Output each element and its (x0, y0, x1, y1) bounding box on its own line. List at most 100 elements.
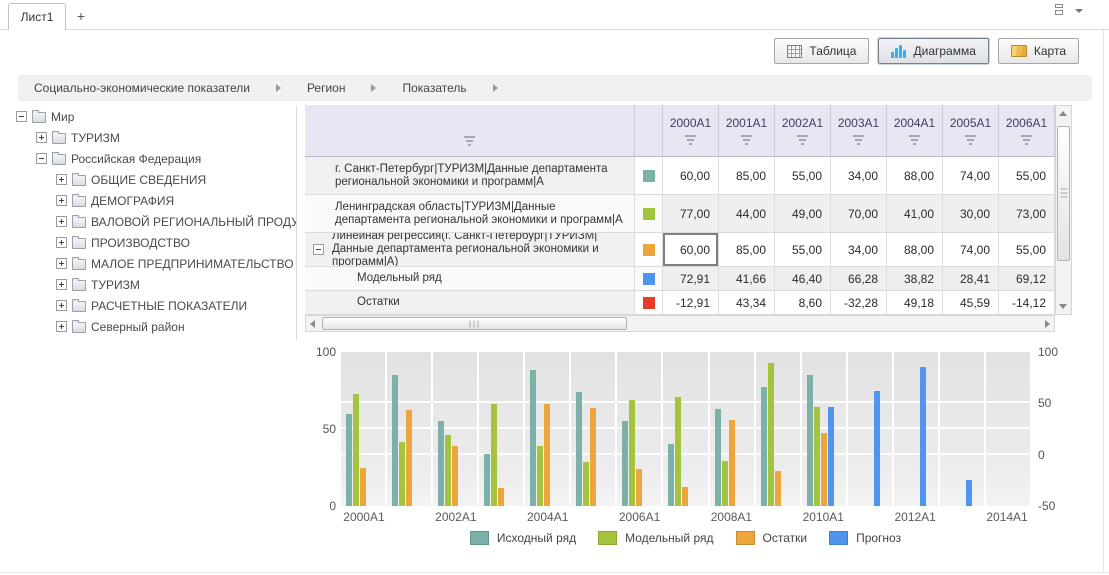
data-cell-2-1[interactable]: 85,00 (719, 233, 775, 267)
table-h-scrollbar[interactable] (305, 315, 1055, 332)
tree-expander-plus-icon[interactable] (56, 300, 67, 311)
column-header-2002A1[interactable]: 2002A1 (775, 105, 831, 157)
data-cell-1-6[interactable]: 73,00 (999, 195, 1055, 233)
data-cell-0-0[interactable]: 60,00 (663, 157, 719, 195)
tree-item-1[interactable]: ТУРИЗМ (0, 127, 296, 148)
tree-item-4[interactable]: ДЕМОГРАФИЯ (0, 190, 296, 211)
row-label-cell[interactable]: Остатки (305, 291, 635, 315)
data-cell-4-1[interactable]: 43,34 (719, 291, 775, 315)
data-cell-3-1[interactable]: 41,66 (719, 267, 775, 291)
tree-expander-minus-icon[interactable] (16, 111, 27, 122)
tree-item-7[interactable]: МАЛОЕ ПРЕДПРИНИМАТЕЛЬСТВО (0, 253, 296, 274)
scroll-left-icon[interactable] (310, 320, 315, 328)
scroll-right-icon[interactable] (1045, 320, 1050, 328)
data-cell-1-5[interactable]: 30,00 (943, 195, 999, 233)
column-filter-funnel-icon[interactable] (741, 135, 752, 145)
data-cell-3-2[interactable]: 46,40 (775, 267, 831, 291)
table-v-scrollbar-thumb[interactable] (1057, 126, 1070, 261)
tree-item-9[interactable]: РАСЧЕТНЫЕ ПОКАЗАТЕЛИ (0, 295, 296, 316)
data-cell-4-2[interactable]: 8,60 (775, 291, 831, 315)
regression-chart: 100500100500-502000A12002A12004A12006A12… (0, 340, 1109, 575)
column-filter-funnel-icon[interactable] (1021, 135, 1032, 145)
tree-item-6[interactable]: ПРОИЗВОДСТВО (0, 232, 296, 253)
data-cell-2-2[interactable]: 55,00 (775, 233, 831, 267)
tree-expander-minus-icon[interactable] (36, 153, 47, 164)
data-cell-0-4[interactable]: 88,00 (887, 157, 943, 195)
table-view-button[interactable]: Таблица (774, 38, 869, 64)
data-cell-0-1[interactable]: 85,00 (719, 157, 775, 195)
tree-item-0[interactable]: Мир (0, 106, 296, 127)
data-cell-1-2[interactable]: 49,00 (775, 195, 831, 233)
column-filter-funnel-icon[interactable] (853, 135, 864, 145)
tree-expander-plus-icon[interactable] (56, 195, 67, 206)
data-cell-2-4[interactable]: 88,00 (887, 233, 943, 267)
add-sheet-button[interactable]: + (70, 5, 92, 27)
tree-item-3[interactable]: ОБЩИЕ СВЕДЕНИЯ (0, 169, 296, 190)
row-label-cell[interactable]: Ленинградская область|ТУРИЗМ|Данные депа… (305, 195, 635, 233)
data-cell-2-6[interactable]: 55,00 (999, 233, 1055, 267)
data-cell-3-4[interactable]: 38,82 (887, 267, 943, 291)
data-cell-1-0[interactable]: 77,00 (663, 195, 719, 233)
tree-expander-plus-icon[interactable] (56, 321, 67, 332)
data-cell-3-0[interactable]: 72,91 (663, 267, 719, 291)
row-collapse-icon[interactable] (313, 244, 324, 255)
data-cell-0-2[interactable]: 55,00 (775, 157, 831, 195)
data-cell-0-3[interactable]: 34,00 (831, 157, 887, 195)
tree-expander-plus-icon[interactable] (56, 279, 67, 290)
breadcrumb-item-2[interactable]: Показатель (402, 81, 466, 95)
breadcrumb-item-1[interactable]: Регион (307, 81, 346, 95)
row-label-cell[interactable]: Модельный ряд (305, 267, 635, 291)
data-cell-4-6[interactable]: -14,12 (999, 291, 1055, 315)
row-label-column-header[interactable] (305, 105, 635, 157)
table-v-scrollbar[interactable] (1055, 105, 1072, 315)
tree-item-8[interactable]: ТУРИЗМ (0, 274, 296, 295)
tree-expander-plus-icon[interactable] (56, 174, 67, 185)
scroll-up-icon[interactable] (1059, 111, 1067, 116)
row-filter-funnel-icon[interactable] (464, 136, 475, 146)
column-filter-funnel-icon[interactable] (685, 135, 696, 145)
column-filter-funnel-icon[interactable] (965, 135, 976, 145)
data-cell-2-5[interactable]: 74,00 (943, 233, 999, 267)
data-cell-3-5[interactable]: 28,41 (943, 267, 999, 291)
row-label-cell[interactable]: г. Санкт-Петербург|ТУРИЗМ|Данные департа… (305, 157, 635, 195)
tree-expander-plus-icon[interactable] (56, 237, 67, 248)
tab-sheet1[interactable]: Лист1 (8, 3, 66, 30)
tree-item-5[interactable]: ВАЛОВОЙ РЕГИОНАЛЬНЫЙ ПРОДУКТ (0, 211, 296, 232)
data-cell-4-0[interactable]: -12,91 (663, 291, 719, 315)
tree-expander-plus-icon[interactable] (36, 132, 47, 143)
table-h-scrollbar-thumb[interactable] (322, 317, 627, 330)
data-cell-4-4[interactable]: 49,18 (887, 291, 943, 315)
tree-item-2[interactable]: Российская Федерация (0, 148, 296, 169)
data-cell-1-3[interactable]: 70,00 (831, 195, 887, 233)
data-cell-1-4[interactable]: 41,00 (887, 195, 943, 233)
data-cell-3-3[interactable]: 66,28 (831, 267, 887, 291)
print-menu-chevron-down-icon[interactable] (1075, 9, 1083, 13)
scroll-down-icon[interactable] (1059, 304, 1067, 309)
map-view-button[interactable]: Карта (998, 38, 1079, 64)
data-cell-1-1[interactable]: 44,00 (719, 195, 775, 233)
tree-item-10[interactable]: Северный район (0, 316, 296, 337)
data-cell-0-6[interactable]: 55,00 (999, 157, 1055, 195)
breadcrumb-item-0[interactable]: Социально-экономические показатели (34, 81, 250, 95)
tree-expander-plus-icon[interactable] (56, 216, 67, 227)
column-header-2000A1[interactable]: 2000A1 (663, 105, 719, 157)
data-cell-4-5[interactable]: 45,59 (943, 291, 999, 315)
data-cell-2-0[interactable]: 60,00 (663, 233, 719, 267)
chart-view-button[interactable]: Диаграмма (878, 38, 988, 64)
column-header-2005A1[interactable]: 2005A1 (943, 105, 999, 157)
row-label-cell[interactable]: Линейная регрессия(г. Санкт-Петербург|ТУ… (305, 233, 635, 267)
printer-icon[interactable] (1051, 4, 1067, 18)
data-cell-4-3[interactable]: -32,28 (831, 291, 887, 315)
tree-expander-plus-icon[interactable] (56, 258, 67, 269)
column-header-2003A1[interactable]: 2003A1 (831, 105, 887, 157)
data-cell-0-5[interactable]: 74,00 (943, 157, 999, 195)
column-filter-funnel-icon[interactable] (909, 135, 920, 145)
column-filter-funnel-icon[interactable] (797, 135, 808, 145)
data-cell-2-3[interactable]: 34,00 (831, 233, 887, 267)
column-header-2004A1[interactable]: 2004A1 (887, 105, 943, 157)
column-header-2006A1[interactable]: 2006A1 (999, 105, 1055, 157)
data-cell-3-6[interactable]: 69,12 (999, 267, 1055, 291)
breadcrumb-arrow-icon (493, 84, 498, 92)
column-header-2001A1[interactable]: 2001A1 (719, 105, 775, 157)
column-header-label: 2002A1 (782, 116, 823, 130)
